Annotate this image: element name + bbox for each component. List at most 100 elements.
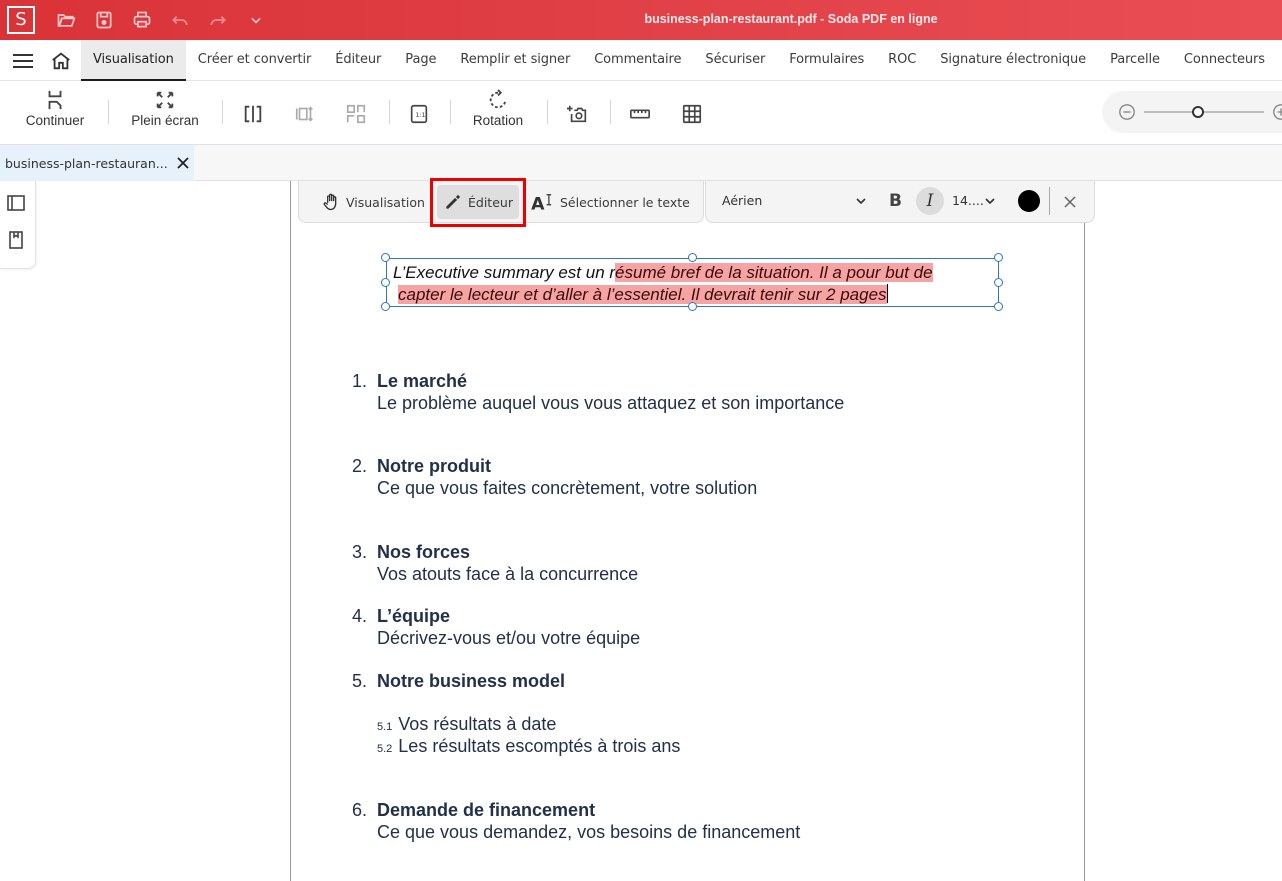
save-icon[interactable]	[92, 8, 116, 32]
section-title: Notre business model	[377, 671, 566, 691]
fullscreen-icon	[156, 91, 174, 109]
text-line-1[interactable]: L’Executive summary est un résumé bref d…	[393, 263, 933, 283]
toolbar-divider	[108, 100, 109, 124]
subsection-text: Vos résultats à date	[398, 714, 557, 734]
section-title: Notre produit	[377, 456, 491, 476]
zoom-slider-track[interactable]	[1144, 111, 1264, 113]
resize-handle-top-right[interactable]	[994, 253, 1003, 262]
undo-icon[interactable]	[168, 8, 192, 32]
section-description: Ce que vous faites concrètement, votre s…	[377, 478, 758, 498]
title-bar: S business-plan-restaurant.pdf - Soda PD…	[0, 0, 1282, 40]
text-line-2[interactable]: capter le lecteur et d’aller à l’essenti…	[398, 284, 888, 305]
rotation-label: Rotation	[472, 113, 524, 128]
toolbar-divider	[547, 100, 548, 124]
redo-icon[interactable]	[206, 8, 230, 32]
fullscreen-button[interactable]: Plein écran	[125, 89, 205, 137]
select-text-label: Sélectionner le texte	[560, 194, 690, 210]
toolbar-divider	[1049, 187, 1050, 215]
split-view-icon[interactable]	[241, 102, 265, 126]
tab-roc[interactable]: ROC	[876, 40, 928, 81]
close-icon[interactable]	[1062, 194, 1078, 210]
section-description: Le problème auquel vous vous attaquez et…	[377, 393, 845, 413]
resize-handle-bottom-right[interactable]	[994, 302, 1003, 311]
sidebar-toggle-icon[interactable]	[6, 193, 26, 213]
text-color-swatch[interactable]	[1018, 190, 1040, 212]
select-text-button[interactable]: A Sélectionner le texte	[525, 185, 696, 219]
section-title: Demande de financement	[377, 800, 596, 820]
continue-button[interactable]: Continuer	[20, 89, 90, 137]
section-number: 4.	[352, 606, 368, 626]
snapshot-camera-icon[interactable]	[566, 102, 590, 126]
tab-creer-et-convertir[interactable]: Créer et convertir	[186, 40, 323, 81]
grid-icon[interactable]	[680, 102, 704, 126]
font-family-select[interactable]: Aérien	[722, 193, 762, 208]
tab-page[interactable]: Page	[393, 40, 448, 81]
view-mode-label: Visualisation	[346, 194, 425, 210]
section-title: Le marché	[377, 371, 468, 391]
pencil-icon	[446, 194, 461, 209]
zoom-out-icon[interactable]	[1118, 103, 1136, 121]
resize-handle-bottom[interactable]	[688, 302, 697, 311]
hamburger-menu-icon[interactable]	[12, 51, 34, 71]
zoom-in-icon[interactable]	[1272, 103, 1282, 121]
side-panel-rail	[0, 181, 36, 269]
resize-handle-top[interactable]	[688, 253, 697, 262]
editable-text-box[interactable]: L’Executive summary est un résumé bref d…	[381, 253, 1003, 311]
tab-connecteurs[interactable]: Connecteurs	[1172, 40, 1277, 81]
document-tab[interactable]: business-plan-restauran...	[0, 145, 194, 181]
thumbnails-grid-icon[interactable]	[344, 102, 368, 126]
resize-handle-right[interactable]	[994, 278, 1003, 287]
subsection-number: 5.1	[377, 721, 393, 733]
editor-mode-label: Éditeur	[468, 194, 513, 210]
subsection-item: 5.1 Vos résultats à date	[377, 714, 556, 735]
tab-remplir-et-signer[interactable]: Remplir et signer	[448, 40, 582, 81]
print-icon[interactable]	[130, 8, 154, 32]
section-description: Vos atouts face à la concurrence	[377, 564, 639, 584]
section-description: Ce que vous demandez, vos besoins de fin…	[377, 822, 801, 842]
menu-bar: Visualisation Créer et convertir Éditeur…	[0, 40, 1282, 81]
tab-parcelle[interactable]: Parcelle	[1098, 40, 1172, 81]
menu-tabs: Visualisation Créer et convertir Éditeur…	[81, 40, 1277, 81]
resize-handle-bottom-left[interactable]	[381, 302, 390, 311]
section-number: 6.	[352, 800, 368, 820]
close-tab-icon[interactable]	[175, 155, 191, 171]
view-mode-button[interactable]: Visualisation	[315, 185, 431, 219]
text-caret	[886, 284, 888, 303]
chevron-down-icon[interactable]	[854, 194, 868, 208]
subsection-item: 5.2 Les résultats escomptés à trois ans	[377, 736, 680, 757]
tab-commentaire[interactable]: Commentaire	[582, 40, 693, 81]
unselected-text: L’Executive summary est un r	[393, 263, 616, 282]
text-select-icon: A	[531, 194, 552, 212]
font-size-select[interactable]: 14....	[952, 193, 984, 208]
soda-pdf-logo[interactable]: S	[7, 6, 35, 34]
tab-signature-electronique[interactable]: Signature électronique	[928, 40, 1098, 81]
actual-size-icon[interactable]: 1:1	[407, 102, 431, 126]
resize-handle-left[interactable]	[381, 278, 390, 287]
tab-editeur[interactable]: Éditeur	[323, 40, 393, 81]
section-number: 3.	[352, 542, 368, 562]
page-fit-icon[interactable]	[293, 102, 317, 126]
ruler-icon[interactable]	[628, 102, 652, 126]
chevron-down-icon[interactable]	[983, 194, 997, 208]
workspace: Visualisation Éditeur A Sélectionner le …	[0, 178, 1282, 881]
tab-visualisation[interactable]: Visualisation	[81, 40, 186, 81]
bold-button[interactable]: B	[889, 191, 902, 211]
home-icon[interactable]	[50, 50, 72, 72]
resize-handle-top-left[interactable]	[381, 253, 390, 262]
bookmark-icon[interactable]	[6, 230, 26, 250]
section-title: L’équipe	[377, 606, 451, 626]
section-number: 2.	[352, 456, 368, 476]
rotation-button[interactable]: Rotation	[466, 89, 530, 137]
toolbar-divider	[389, 100, 390, 124]
tab-securiser[interactable]: Sécuriser	[693, 40, 777, 81]
svg-text:A: A	[531, 194, 545, 212]
open-folder-icon[interactable]	[54, 8, 78, 32]
chevron-down-icon[interactable]	[244, 8, 268, 32]
section-title: Nos forces	[377, 542, 471, 562]
editor-mode-button[interactable]: Éditeur	[437, 185, 519, 219]
italic-button[interactable]: I	[916, 187, 944, 215]
zoom-slider-thumb[interactable]	[1192, 106, 1204, 118]
tab-formulaires[interactable]: Formulaires	[777, 40, 876, 81]
section-description: Décrivez-vous et/ou votre équipe	[377, 628, 641, 648]
selected-text: ésumé bref de la situation. Il a pour bu…	[615, 263, 933, 282]
